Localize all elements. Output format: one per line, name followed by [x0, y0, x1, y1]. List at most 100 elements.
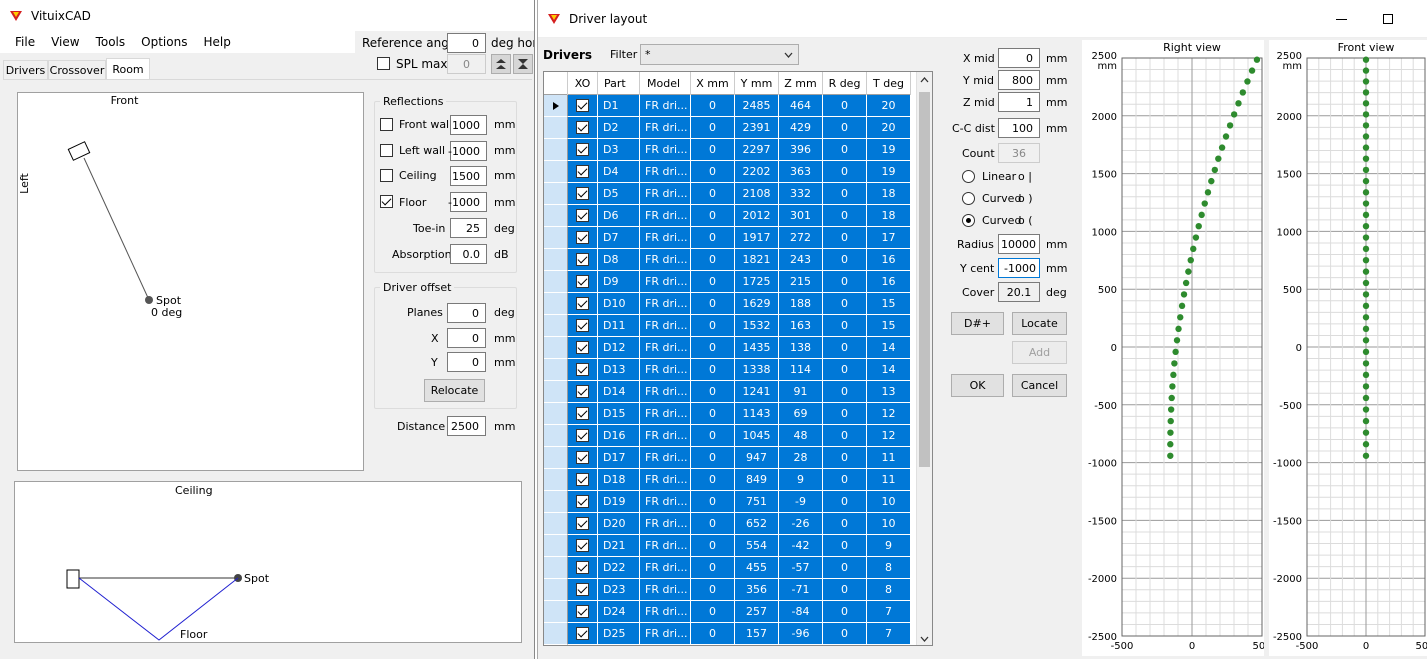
z-cell[interactable]: -26	[779, 513, 823, 535]
x-mid-input[interactable]: 0	[998, 48, 1040, 68]
model-cell[interactable]: FR dri...	[640, 447, 691, 469]
xo-checkbox[interactable]	[576, 627, 589, 640]
cancel-button[interactable]: Cancel	[1012, 374, 1067, 397]
table-row[interactable]: D24 FR dri... 0 257 -84 0 7	[544, 601, 911, 623]
y-cell[interactable]: 1629	[735, 293, 779, 315]
t-cell[interactable]: 11	[867, 469, 911, 491]
x-cell[interactable]: 0	[691, 183, 735, 205]
table-row[interactable]: D23 FR dri... 0 356 -71 0 8	[544, 579, 911, 601]
table-row[interactable]: D8 FR dri... 0 1821 243 0 16	[544, 249, 911, 271]
ceiling-checkbox[interactable]	[380, 169, 393, 182]
main-titlebar[interactable]: VituixCAD	[0, 0, 534, 31]
col-xo[interactable]: XO	[568, 72, 598, 95]
toe-in-input[interactable]: 25	[450, 218, 487, 238]
x-cell[interactable]: 0	[691, 249, 735, 271]
r-cell[interactable]: 0	[823, 579, 867, 601]
z-cell[interactable]: 215	[779, 271, 823, 293]
y-cell[interactable]: 1917	[735, 227, 779, 249]
relocate-button[interactable]: Relocate	[424, 379, 485, 402]
xo-checkbox[interactable]	[576, 583, 589, 596]
xo-checkbox[interactable]	[576, 209, 589, 222]
dnum-plus-button[interactable]: D#+	[951, 312, 1004, 335]
y-cell[interactable]: 751	[735, 491, 779, 513]
t-cell[interactable]: 7	[867, 623, 911, 645]
row-header[interactable]	[544, 249, 568, 271]
part-cell[interactable]: D17	[598, 447, 640, 469]
r-cell[interactable]: 0	[823, 227, 867, 249]
t-cell[interactable]: 14	[867, 359, 911, 381]
grid-scrollbar[interactable]	[916, 72, 932, 645]
z-cell[interactable]: 272	[779, 227, 823, 249]
r-cell[interactable]: 0	[823, 293, 867, 315]
y-cell[interactable]: 2108	[735, 183, 779, 205]
t-cell[interactable]: 15	[867, 293, 911, 315]
xo-checkbox[interactable]	[576, 253, 589, 266]
xo-checkbox-cell[interactable]	[568, 623, 598, 645]
y-cell[interactable]: 2012	[735, 205, 779, 227]
z-cell[interactable]: -57	[779, 557, 823, 579]
table-row[interactable]: D7 FR dri... 0 1917 272 0 17	[544, 227, 911, 249]
part-cell[interactable]: D23	[598, 579, 640, 601]
x-cell[interactable]: 0	[691, 161, 735, 183]
xo-checkbox[interactable]	[576, 451, 589, 464]
row-header[interactable]	[544, 183, 568, 205]
model-cell[interactable]: FR dri...	[640, 557, 691, 579]
spl-max-input[interactable]: 0	[447, 54, 486, 74]
xo-checkbox[interactable]	[576, 165, 589, 178]
xo-checkbox-cell[interactable]	[568, 469, 598, 491]
r-cell[interactable]: 0	[823, 447, 867, 469]
xo-checkbox-cell[interactable]	[568, 205, 598, 227]
t-cell[interactable]: 10	[867, 513, 911, 535]
maximize-icon[interactable]	[1383, 14, 1393, 24]
t-cell[interactable]: 9	[867, 535, 911, 557]
xo-checkbox[interactable]	[576, 605, 589, 618]
model-cell[interactable]: FR dri...	[640, 403, 691, 425]
z-cell[interactable]: 332	[779, 183, 823, 205]
row-header[interactable]	[544, 337, 568, 359]
row-header[interactable]	[544, 381, 568, 403]
table-row[interactable]: D25 FR dri... 0 157 -96 0 7	[544, 623, 911, 645]
t-cell[interactable]: 20	[867, 95, 911, 117]
left-wall-input[interactable]: -1000	[448, 141, 487, 161]
z-cell[interactable]: 301	[779, 205, 823, 227]
y-cell[interactable]: 2297	[735, 139, 779, 161]
z-cell[interactable]: -71	[779, 579, 823, 601]
x-cell[interactable]: 0	[691, 381, 735, 403]
ok-button[interactable]: OK	[951, 374, 1004, 397]
row-header[interactable]	[544, 359, 568, 381]
minimize-icon[interactable]	[1336, 19, 1347, 20]
r-cell[interactable]: 0	[823, 315, 867, 337]
model-cell[interactable]: FR dri...	[640, 337, 691, 359]
z-cell[interactable]: 28	[779, 447, 823, 469]
part-cell[interactable]: D8	[598, 249, 640, 271]
x-cell[interactable]: 0	[691, 491, 735, 513]
part-cell[interactable]: D10	[598, 293, 640, 315]
xo-checkbox[interactable]	[576, 429, 589, 442]
part-cell[interactable]: D9	[598, 271, 640, 293]
r-cell[interactable]: 0	[823, 95, 867, 117]
r-cell[interactable]: 0	[823, 271, 867, 293]
r-cell[interactable]: 0	[823, 513, 867, 535]
row-header[interactable]	[544, 469, 568, 491]
scroll-up-icon[interactable]	[920, 77, 929, 83]
z-cell[interactable]: 114	[779, 359, 823, 381]
cc-dist-input[interactable]: 100	[998, 118, 1040, 138]
model-cell[interactable]: FR dri...	[640, 623, 691, 645]
model-cell[interactable]: FR dri...	[640, 315, 691, 337]
r-cell[interactable]: 0	[823, 557, 867, 579]
shape-linear-radio[interactable]	[962, 170, 975, 183]
drivers-grid[interactable]: XO Part Model X mm Y mm Z mm R deg T deg…	[543, 71, 933, 646]
t-cell[interactable]: 20	[867, 117, 911, 139]
floor-checkbox[interactable]	[380, 195, 393, 208]
x-cell[interactable]: 0	[691, 337, 735, 359]
row-header[interactable]	[544, 491, 568, 513]
t-cell[interactable]: 16	[867, 271, 911, 293]
r-cell[interactable]: 0	[823, 403, 867, 425]
tab-drivers[interactable]: Drivers	[3, 60, 48, 80]
col-y[interactable]: Y mm	[735, 72, 779, 95]
xo-checkbox[interactable]	[576, 99, 589, 112]
z-cell[interactable]: 464	[779, 95, 823, 117]
xo-checkbox-cell[interactable]	[568, 513, 598, 535]
part-cell[interactable]: D1	[598, 95, 640, 117]
x-cell[interactable]: 0	[691, 139, 735, 161]
